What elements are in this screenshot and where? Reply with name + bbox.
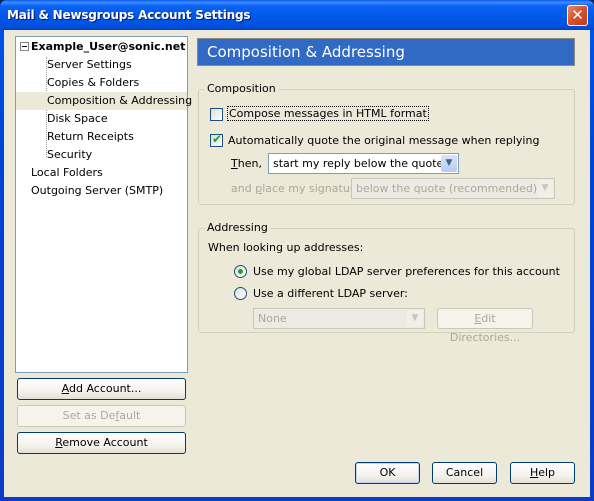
composition-legend: Composition [204, 82, 279, 95]
tree-item-copies-folders[interactable]: Copies & Folders [16, 74, 187, 92]
chevron-down-icon[interactable]: ▼ [537, 180, 553, 197]
lookup-label: When looking up addresses: [208, 241, 364, 254]
select-value: below the quote (recommended) [356, 182, 538, 195]
label-text: lace my signature [262, 182, 361, 195]
addressing-group: Addressing When looking up addresses: Us… [198, 221, 575, 344]
title-bar[interactable]: Mail & Newsgroups Account Settings ✕ [0, 0, 594, 30]
tree-item-local-folders[interactable]: Local Folders [16, 164, 187, 182]
add-account-button[interactable]: Add Account... [17, 378, 186, 400]
button-accelerator: H [529, 466, 539, 479]
window-title: Mail & Newsgroups Account Settings [7, 8, 251, 22]
tree-item-security[interactable]: Security [16, 146, 187, 164]
select-value: start my reply below the quote [273, 157, 444, 170]
edit-directories-button[interactable]: Edit Directories... [437, 308, 533, 344]
tree-item-label: Server Settings [47, 58, 132, 71]
button-accelerator: A [61, 382, 69, 395]
different-ldap-label[interactable]: Use a different LDAP server: [253, 287, 408, 300]
button-label: dd Account... [68, 382, 142, 395]
ldap-server-select[interactable]: None ▼ [253, 308, 425, 329]
tree-item-account[interactable]: Example_User@sonic.net [16, 38, 187, 56]
button-label: emove Account [62, 436, 148, 449]
button-label: ault [119, 409, 141, 422]
signature-label: and place my signature [231, 182, 361, 195]
account-tree[interactable]: Example_User@sonic.net Server Settings C… [15, 36, 192, 373]
html-format-label[interactable]: Compose messages in HTML format [227, 106, 429, 121]
addressing-legend: Addressing [204, 221, 271, 234]
tree-item-composition-addressing[interactable]: Composition & Addressing [16, 92, 192, 110]
dialog-client-area: Example_User@sonic.net Server Settings C… [4, 30, 590, 497]
select-value: None [258, 312, 287, 325]
tree-item-label: Security [47, 148, 93, 161]
tree-item-label: Local Folders [31, 166, 103, 179]
html-format-checkbox[interactable] [210, 108, 223, 121]
then-label: Then, [231, 157, 262, 170]
dialog-window: Mail & Newsgroups Account Settings ✕ Exa… [0, 0, 594, 501]
tree-item-disk-space[interactable]: Disk Space [16, 110, 187, 128]
composition-group: Composition Compose messages in HTML for… [198, 82, 575, 205]
radio-selected-dot [238, 269, 243, 274]
global-ldap-radio[interactable] [234, 265, 247, 278]
tree-item-outgoing-server[interactable]: Outgoing Server (SMTP) [16, 182, 187, 200]
minus-expander-icon[interactable] [20, 42, 29, 51]
tree-item-label: Example_User@sonic.net [31, 40, 186, 53]
global-ldap-label[interactable]: Use my global LDAP server preferences fo… [253, 265, 560, 278]
signature-position-select[interactable]: below the quote (recommended) ▼ [351, 178, 555, 199]
label-text: and [231, 182, 256, 195]
button-label: dit Directories... [449, 312, 521, 344]
help-button[interactable]: Help [510, 462, 575, 484]
close-button[interactable]: ✕ [567, 5, 588, 26]
chevron-down-icon[interactable]: ▼ [441, 155, 457, 172]
remove-account-button[interactable]: Remove Account [17, 432, 186, 454]
set-as-default-button[interactable]: Set as Default [17, 405, 186, 427]
label-text: hen, [237, 157, 262, 170]
tree-item-label: Outgoing Server (SMTP) [31, 184, 164, 197]
different-ldap-radio[interactable] [234, 287, 247, 300]
tree-item-label: Disk Space [47, 112, 108, 125]
reply-position-select[interactable]: start my reply below the quote ▼ [268, 153, 459, 174]
auto-quote-checkbox[interactable]: ✔ [210, 132, 223, 147]
checkmark-icon: ✔ [212, 132, 223, 146]
button-label: elp [538, 466, 556, 479]
close-x-icon: ✕ [571, 6, 584, 24]
tree-item-label: Return Receipts [47, 130, 134, 143]
page-title: Composition & Addressing [197, 38, 575, 66]
tree-item-label: Copies & Folders [47, 76, 140, 89]
ok-button[interactable]: OK [355, 462, 420, 484]
button-label: Set as De [62, 409, 116, 422]
tree-item-label: Composition & Addressing [47, 94, 193, 107]
label-accelerator: T [231, 157, 238, 170]
tree-item-return-receipts[interactable]: Return Receipts [16, 128, 187, 146]
cancel-button[interactable]: Cancel [432, 462, 497, 484]
chevron-down-icon[interactable]: ▼ [407, 310, 423, 327]
auto-quote-label[interactable]: Automatically quote the original message… [228, 134, 539, 147]
tree-item-server-settings[interactable]: Server Settings [16, 56, 187, 74]
